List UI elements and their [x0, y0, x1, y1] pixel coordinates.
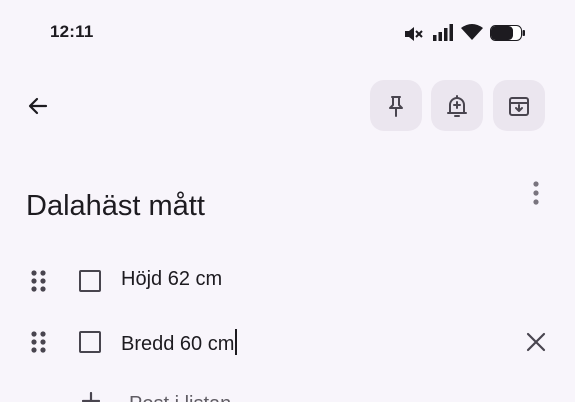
status-bar: 12:11 [0, 0, 575, 64]
bell-plus-icon [447, 94, 467, 117]
text-cursor [235, 329, 237, 355]
status-time: 12:11 [50, 22, 94, 41]
archive-icon [509, 96, 529, 116]
wifi-icon [461, 24, 483, 40]
more-vert-icon [533, 181, 539, 205]
close-icon [526, 332, 546, 352]
mute-vibrate-icon [405, 27, 423, 41]
remove-item-button[interactable] [522, 328, 550, 356]
pin-icon [389, 95, 403, 117]
item-checkbox[interactable] [79, 331, 101, 353]
back-button[interactable] [18, 86, 58, 126]
drag-handle-icon[interactable] [28, 268, 50, 294]
pin-button[interactable] [370, 80, 422, 131]
note-title[interactable]: Dalahäst mått [26, 190, 205, 223]
battery-icon [490, 25, 525, 41]
item-checkbox[interactable] [79, 270, 101, 292]
drag-handle-icon[interactable] [28, 329, 50, 355]
arrow-back-icon [28, 97, 48, 115]
list-item: Höjd 62 cm [0, 256, 575, 306]
item-text-value: Bredd 60 cm [121, 333, 235, 355]
add-list-item-row[interactable]: Post i listan [0, 386, 575, 402]
archive-button[interactable] [493, 80, 545, 131]
item-text-editing[interactable]: Bredd 60 cm [121, 329, 237, 356]
list-item: Bredd 60 cm [0, 317, 575, 367]
cellular-signal-icon [433, 24, 453, 41]
reminder-button[interactable] [431, 80, 483, 131]
more-options-button[interactable] [520, 176, 552, 210]
plus-icon [82, 392, 100, 402]
add-list-item-label: Post i listan [129, 393, 231, 402]
item-text[interactable]: Höjd 62 cm [121, 268, 222, 291]
